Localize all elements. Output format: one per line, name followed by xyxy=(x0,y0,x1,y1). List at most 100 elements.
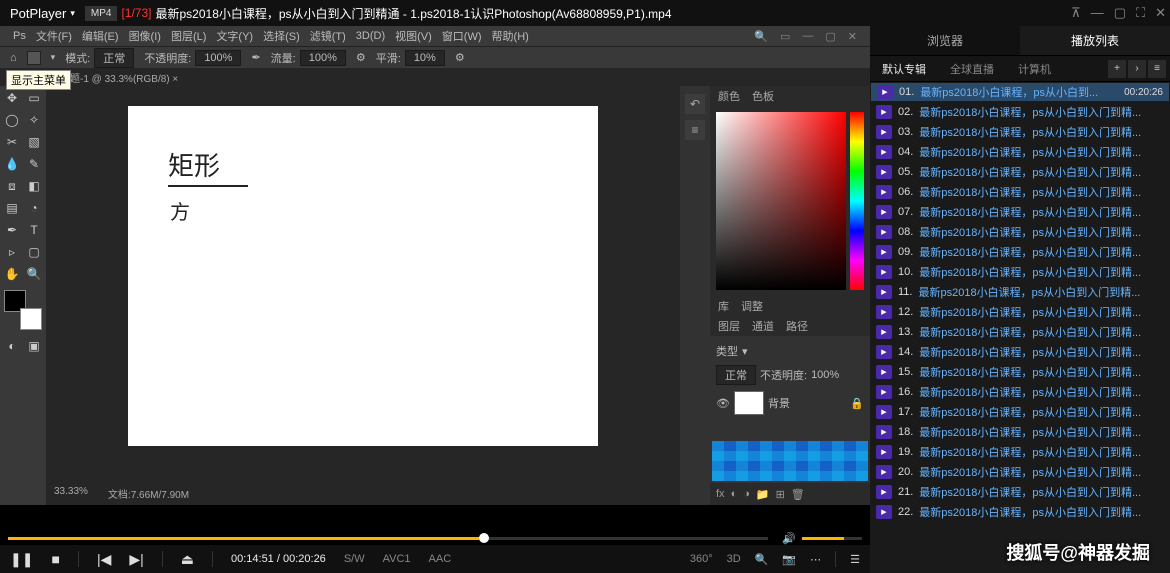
menu-icon[interactable]: ≡ xyxy=(1148,60,1166,78)
menu-help[interactable]: 帮助(H) xyxy=(489,28,532,44)
hue-slider[interactable] xyxy=(850,112,864,290)
wand-tool-icon[interactable]: ✧ xyxy=(24,110,44,130)
app-menu[interactable]: PotPlayer ▾ xyxy=(4,6,81,21)
airbrush-icon[interactable]: ⚙ xyxy=(356,51,366,64)
pen-tool-icon[interactable]: ✒ xyxy=(2,220,22,240)
playlist-item[interactable]: 09.最新ps2018小白课程，ps从小白到入门到精... xyxy=(870,242,1170,262)
color-field[interactable] xyxy=(716,112,846,290)
playlist-item[interactable]: 12.最新ps2018小白课程，ps从小白到入门到精... xyxy=(870,302,1170,322)
menu-window[interactable]: 窗口(W) xyxy=(439,28,485,44)
playlist-item[interactable]: 21.最新ps2018小白课程，ps从小白到入门到精... xyxy=(870,482,1170,502)
settings-icon[interactable]: ⋯ xyxy=(810,553,821,566)
playlist-item[interactable]: 02.最新ps2018小白课程，ps从小白到入门到精... xyxy=(870,102,1170,122)
layer-opacity[interactable]: 100% xyxy=(811,369,839,381)
search-icon[interactable]: 🔍 xyxy=(755,553,769,566)
opacity-input[interactable]: 100% xyxy=(195,50,241,66)
360-icon[interactable]: 360° xyxy=(690,553,713,565)
tab-libraries[interactable]: 库 xyxy=(718,298,729,314)
playlist-item[interactable]: 11.最新ps2018小白课程，ps从小白到入门到精... xyxy=(870,282,1170,302)
next-button[interactable]: ▶| xyxy=(129,551,143,568)
pause-button[interactable]: ❚❚ xyxy=(10,551,33,568)
playlist-item[interactable]: 04.最新ps2018小白课程，ps从小白到入门到精... xyxy=(870,142,1170,162)
menu-edit[interactable]: 编辑(E) xyxy=(79,28,122,44)
quickmask-icon[interactable]: ◐ xyxy=(2,336,22,356)
capture-icon[interactable]: 📷 xyxy=(782,553,796,566)
playlist-item[interactable]: 17.最新ps2018小白课程，ps从小白到入门到精... xyxy=(870,402,1170,422)
playlist-item[interactable]: 05.最新ps2018小白课程，ps从小白到入门到精... xyxy=(870,162,1170,182)
playlist-item[interactable]: 03.最新ps2018小白课程，ps从小白到入门到精... xyxy=(870,122,1170,142)
lock-icon[interactable]: 🔒 xyxy=(850,397,864,410)
playlist-item[interactable]: 15.最新ps2018小白课程，ps从小白到入门到精... xyxy=(870,362,1170,382)
tab-paths[interactable]: 路径 xyxy=(786,318,808,334)
playlist-item[interactable]: 19.最新ps2018小白课程，ps从小白到入门到精... xyxy=(870,442,1170,462)
zoom-tool-icon[interactable]: 🔍 xyxy=(24,264,44,284)
properties-icon[interactable]: ≡ xyxy=(685,120,705,140)
cat-computer[interactable]: 计算机 xyxy=(1006,61,1063,77)
home-icon[interactable]: ⌂ xyxy=(10,52,17,64)
lasso-tool-icon[interactable]: ◯ xyxy=(2,110,22,130)
marquee-tool-icon[interactable]: ▭ xyxy=(24,88,44,108)
layer-thumb[interactable] xyxy=(734,391,764,415)
menu-file[interactable]: 文件(F) xyxy=(33,28,75,44)
brush-swatch[interactable] xyxy=(27,51,41,65)
3d-icon[interactable]: 3D xyxy=(727,553,741,565)
playlist-item[interactable]: 07.最新ps2018小白课程，ps从小白到入门到精... xyxy=(870,202,1170,222)
volume-slider[interactable] xyxy=(802,537,862,540)
layer-row[interactable]: 👁 背景 🔒 xyxy=(714,388,866,418)
tab-playlist[interactable]: 播放列表 xyxy=(1020,26,1170,55)
canvas[interactable]: 矩形 方 xyxy=(128,106,598,446)
blur-tool-icon[interactable]: ◔ xyxy=(24,198,44,218)
adjustment-icon[interactable]: ◑ xyxy=(743,488,750,500)
eraser-tool-icon[interactable]: ◧ xyxy=(24,176,44,196)
stamp-tool-icon[interactable]: ⧈ xyxy=(2,176,22,196)
group-icon[interactable]: 📁 xyxy=(756,488,770,501)
document-tab[interactable]: 未标题-1 @ 33.3%(RGB/8) × xyxy=(0,68,870,86)
tab-color[interactable]: 颜色 xyxy=(718,88,740,104)
ps-min-icon[interactable]: — xyxy=(799,30,816,43)
playlist-item[interactable]: 14.最新ps2018小白课程，ps从小白到入门到精... xyxy=(870,342,1170,362)
menu-view[interactable]: 视图(V) xyxy=(392,28,435,44)
gear-icon[interactable]: ⚙ xyxy=(455,51,465,64)
playlist-item[interactable]: 22.最新ps2018小白课程，ps从小白到入门到精... xyxy=(870,502,1170,522)
ps-logo-icon[interactable]: Ps xyxy=(10,30,29,42)
zoom-level[interactable]: 33.33% xyxy=(54,486,88,501)
search-icon[interactable]: 🔍 xyxy=(751,30,771,43)
color-swatches[interactable] xyxy=(4,290,42,330)
path-tool-icon[interactable]: ▹ xyxy=(2,242,22,262)
move-tool-icon[interactable]: ✥ xyxy=(2,88,22,108)
flow-input[interactable]: 100% xyxy=(300,50,346,66)
canvas-area[interactable]: 矩形 方 33.33% 文档:7.66M/7.90M xyxy=(46,86,680,505)
tab-swatches[interactable]: 色板 xyxy=(752,88,774,104)
brush-tool-icon[interactable]: ✎ xyxy=(24,154,44,174)
screenmode-icon[interactable]: ▣ xyxy=(24,336,44,356)
menu-filter[interactable]: 滤镜(T) xyxy=(307,28,349,44)
visibility-icon[interactable]: 👁 xyxy=(716,397,730,410)
playlist-item[interactable]: 06.最新ps2018小白课程，ps从小白到入门到精... xyxy=(870,182,1170,202)
add-album-icon[interactable]: + xyxy=(1108,60,1126,78)
blend-mode[interactable]: 正常 xyxy=(716,365,756,385)
playlist-item[interactable]: 13.最新ps2018小白课程，ps从小白到入门到精... xyxy=(870,322,1170,342)
menu-3d[interactable]: 3D(D) xyxy=(353,30,388,42)
smooth-input[interactable]: 10% xyxy=(405,50,445,66)
stop-button[interactable]: ■ xyxy=(51,551,59,567)
pressure-icon[interactable]: ✒ xyxy=(251,51,260,64)
frame-tool-icon[interactable]: ▧ xyxy=(24,132,44,152)
new-layer-icon[interactable]: ⊞ xyxy=(776,488,785,501)
tab-channels[interactable]: 通道 xyxy=(752,318,774,334)
crop-tool-icon[interactable]: ✂ xyxy=(2,132,22,152)
menu-type[interactable]: 文字(Y) xyxy=(213,28,256,44)
maximize-button[interactable]: ▢ xyxy=(1114,5,1126,21)
menu-layer[interactable]: 图层(L) xyxy=(168,28,209,44)
shape-tool-icon[interactable]: ▢ xyxy=(24,242,44,262)
render-mode[interactable]: S/W xyxy=(344,553,365,565)
volume-icon[interactable]: 🔊 xyxy=(782,532,796,545)
hand-tool-icon[interactable]: ✋ xyxy=(2,264,22,284)
minimize-button[interactable]: — xyxy=(1091,5,1104,21)
playlist[interactable]: 01.最新ps2018小白课程，ps从小白到...00:20:2602.最新ps… xyxy=(870,82,1170,573)
playlist-item[interactable]: 18.最新ps2018小白课程，ps从小白到入门到精... xyxy=(870,422,1170,442)
ps-max-icon[interactable]: ▢ xyxy=(822,30,838,43)
tab-browser[interactable]: 浏览器 xyxy=(870,26,1020,55)
layer-name[interactable]: 背景 xyxy=(768,395,790,411)
fullscreen-button[interactable]: ⛶ xyxy=(1136,5,1145,21)
gradient-tool-icon[interactable]: ▤ xyxy=(2,198,22,218)
